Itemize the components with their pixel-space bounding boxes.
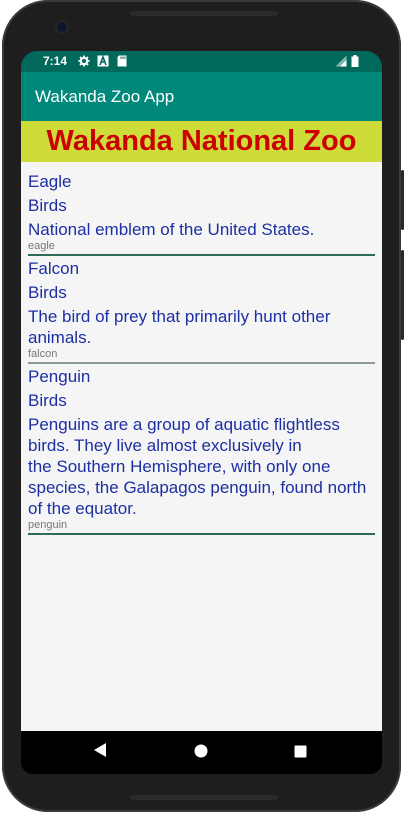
animal-description-line: Penguins are a group of aquatic flightle…: [28, 415, 340, 434]
animal-tag: penguin: [28, 519, 375, 535]
animal-description: National emblem of the United States.: [28, 220, 315, 239]
animal-category: Birds: [28, 196, 67, 215]
power-button: [401, 170, 404, 230]
animal-description-line: species, the Galapagos penguin, found no…: [28, 478, 367, 497]
animal-description-line: The bird of prey that primarily hunt oth…: [28, 307, 331, 326]
recents-icon[interactable]: [294, 745, 307, 758]
phone-frame: 7:14 Wakanda Zoo App Wakanda National Zo…: [0, 0, 405, 814]
animal-description-line: birds. They live almost exclusively in: [28, 436, 302, 455]
device-screen: 7:14 Wakanda Zoo App Wakanda National Zo…: [21, 51, 382, 774]
signal-icon: [335, 55, 347, 67]
list-item-penguin[interactable]: Penguin Birds Penguins are a group of aq…: [28, 366, 375, 535]
status-time: 7:14: [43, 54, 68, 68]
app-title: Wakanda Zoo App: [35, 87, 175, 106]
front-camera: [57, 22, 67, 32]
animal-list[interactable]: Eagle Birds National emblem of the Unite…: [21, 162, 382, 731]
back-icon[interactable]: [93, 742, 107, 758]
animal-tag: eagle: [28, 240, 375, 256]
animal-description-line: animals.: [28, 328, 92, 347]
animal-description-line: the Southern Hemisphere, with only one: [28, 457, 331, 476]
list-item-eagle[interactable]: Eagle Birds National emblem of the Unite…: [28, 171, 375, 256]
animal-description-line: of the equator.: [28, 499, 137, 518]
earpiece: [130, 11, 278, 16]
home-icon[interactable]: [194, 744, 208, 758]
status-bar: 7:14: [21, 51, 382, 72]
navigation-bar: [21, 731, 382, 774]
volume-button: [401, 250, 404, 340]
animal-category: Birds: [28, 391, 67, 410]
settings-icon: [78, 55, 90, 67]
animal-tag: falcon: [28, 348, 375, 364]
app-bar: Wakanda Zoo App: [21, 72, 382, 121]
battery-icon: [351, 55, 359, 67]
animal-name: Penguin: [28, 367, 91, 386]
speaker-grille: [130, 795, 278, 800]
header-banner: Wakanda National Zoo: [21, 121, 382, 162]
list-item-falcon[interactable]: Falcon Birds The bird of prey that prima…: [28, 258, 375, 364]
page-title: Wakanda National Zoo: [46, 125, 357, 157]
animal-category: Birds: [28, 283, 67, 302]
animal-name: Eagle: [28, 172, 72, 191]
sd-card-icon: [117, 55, 127, 67]
a-icon: [97, 55, 109, 67]
animal-name: Falcon: [28, 259, 80, 278]
